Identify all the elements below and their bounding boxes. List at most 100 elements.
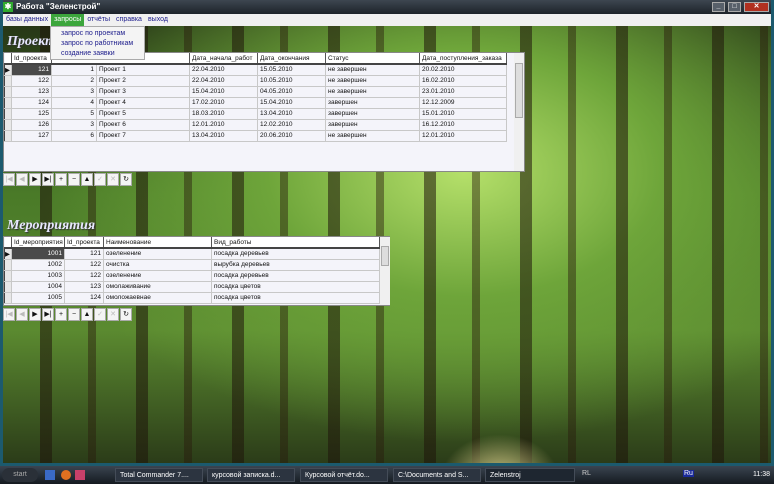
- cell-work-type[interactable]: посадка деревьев: [211, 270, 380, 282]
- cell-number[interactable]: 4: [51, 97, 97, 109]
- taskbar-item-doc2[interactable]: Курсовой отчёт.do...: [300, 468, 388, 482]
- cell-end-date[interactable]: 20.06.2010: [257, 130, 326, 142]
- cell-name[interactable]: озеленение: [103, 270, 212, 282]
- cell-work-type[interactable]: посадка цветов: [211, 281, 380, 293]
- cell-number[interactable]: 3: [51, 86, 97, 98]
- cell-order-date[interactable]: 15.01.2010: [419, 108, 507, 120]
- table-row[interactable]: 123 3 Проект 3 15.04.2010 04.05.2010 не завер…: [4, 86, 507, 98]
- nav-prior-button[interactable]: ◀: [16, 308, 28, 321]
- taskbar-item-doc1[interactable]: курсовой записка.d...: [207, 468, 295, 482]
- menu-item-projects-query[interactable]: запрос по проектам: [61, 29, 144, 39]
- nav-next-button[interactable]: ▶: [29, 308, 41, 321]
- cell-name[interactable]: Проект 1: [96, 64, 190, 76]
- cell-end-date[interactable]: 04.05.2010: [257, 86, 326, 98]
- show-desktop-icon[interactable]: [45, 470, 55, 480]
- nav-cancel-button[interactable]: ✕: [107, 308, 119, 321]
- nav-post-button[interactable]: ✓: [94, 308, 106, 321]
- table-row[interactable]: 1002 122 очистка вырубка деревьев: [4, 259, 380, 271]
- cell-name[interactable]: очистка: [103, 259, 212, 271]
- cell-project-id[interactable]: 125: [11, 108, 52, 120]
- cell-status[interactable]: не завершен: [325, 130, 420, 142]
- table-row[interactable]: 126 3 Проект 6 12.01.2010 12.02.2010 завершен…: [4, 119, 507, 131]
- menu-item-workers-query[interactable]: запрос по работникам: [61, 39, 144, 49]
- row-indicator[interactable]: [4, 108, 12, 120]
- cell-event-id[interactable]: 1004: [11, 281, 65, 293]
- cell-name[interactable]: омоложаевнае: [103, 292, 212, 304]
- nav-edit-button[interactable]: ▲: [81, 173, 93, 186]
- row-indicator[interactable]: [4, 75, 12, 87]
- cell-start-date[interactable]: 18.03.2010: [189, 108, 258, 120]
- cell-project-id[interactable]: 122: [11, 75, 52, 87]
- column-header-project-id[interactable]: Id_проекта: [64, 237, 104, 249]
- table-row[interactable]: 122 2 Проект 2 22.04.2010 10.05.2010 не завер…: [4, 75, 507, 87]
- table-row[interactable]: ▶ 1001 121 озеленение посадка деревьев: [4, 248, 380, 260]
- cell-order-date[interactable]: 12.01.2010: [419, 130, 507, 142]
- cell-project-id[interactable]: 126: [11, 119, 52, 131]
- cell-status[interactable]: завершен: [325, 119, 420, 131]
- language-indicator[interactable]: RL: [582, 470, 591, 477]
- nav-first-button[interactable]: |◀: [3, 308, 15, 321]
- row-indicator[interactable]: ▶: [4, 64, 12, 76]
- row-indicator[interactable]: [4, 130, 12, 142]
- row-indicator[interactable]: [4, 281, 12, 293]
- row-indicator[interactable]: [4, 259, 12, 271]
- row-indicator[interactable]: [4, 119, 12, 131]
- cell-project-id[interactable]: 123: [64, 281, 104, 293]
- cell-start-date[interactable]: 13.04.2010: [189, 130, 258, 142]
- taskbar-item-explorer[interactable]: C:\Documents and S...: [393, 468, 481, 482]
- tray-language[interactable]: Ru: [683, 470, 694, 477]
- column-header-project-id[interactable]: Id_проекта: [11, 53, 52, 65]
- cell-name[interactable]: Проект 6: [96, 119, 190, 131]
- cell-status[interactable]: не завершен: [325, 75, 420, 87]
- column-header-start-date[interactable]: Дата_начала_работ: [189, 53, 258, 65]
- nav-delete-button[interactable]: −: [68, 173, 80, 186]
- cell-project-id[interactable]: 124: [11, 97, 52, 109]
- nav-edit-button[interactable]: ▲: [81, 308, 93, 321]
- cell-number[interactable]: 1: [51, 64, 97, 76]
- row-indicator[interactable]: [4, 292, 12, 304]
- cell-name[interactable]: Проект 7: [96, 130, 190, 142]
- nav-insert-button[interactable]: +: [55, 308, 67, 321]
- cell-status[interactable]: не завершен: [325, 64, 420, 76]
- cell-end-date[interactable]: 12.02.2010: [257, 119, 326, 131]
- projects-scrollbar[interactable]: [514, 53, 524, 171]
- table-row[interactable]: 1005 124 омоложаевнае посадка цветов: [4, 292, 380, 304]
- cell-event-id[interactable]: 1001: [11, 248, 65, 260]
- cell-order-date[interactable]: 12.12.2009: [419, 97, 507, 109]
- cell-order-date[interactable]: 16.02.2010: [419, 75, 507, 87]
- cell-start-date[interactable]: 17.02.2010: [189, 97, 258, 109]
- row-indicator[interactable]: ▶: [4, 248, 12, 260]
- cell-work-type[interactable]: посадка цветов: [211, 292, 380, 304]
- cell-project-id[interactable]: 124: [64, 292, 104, 304]
- cell-end-date[interactable]: 15.05.2010: [257, 64, 326, 76]
- cell-number[interactable]: 5: [51, 108, 97, 120]
- nav-post-button[interactable]: ✓: [94, 173, 106, 186]
- cell-name[interactable]: Проект 2: [96, 75, 190, 87]
- cell-end-date[interactable]: 13.04.2010: [257, 108, 326, 120]
- cell-start-date[interactable]: 15.04.2010: [189, 86, 258, 98]
- taskbar-item-total-commander[interactable]: Total Commander 7....: [115, 468, 203, 482]
- cell-project-id[interactable]: 127: [11, 130, 52, 142]
- scrollbar-thumb[interactable]: [381, 246, 389, 266]
- cell-start-date[interactable]: 22.04.2010: [189, 64, 258, 76]
- row-indicator[interactable]: [4, 270, 12, 282]
- cell-work-type[interactable]: вырубка деревьев: [211, 259, 380, 271]
- menu-databases[interactable]: базы данных: [3, 14, 51, 26]
- save-icon[interactable]: [75, 470, 85, 480]
- column-header-name[interactable]: Наименование: [103, 237, 212, 249]
- cell-event-id[interactable]: 1003: [11, 270, 65, 282]
- cell-name[interactable]: Проект 4: [96, 97, 190, 109]
- row-indicator[interactable]: [4, 97, 12, 109]
- table-row[interactable]: 1003 122 озеленение посадка деревьев: [4, 270, 380, 282]
- table-row[interactable]: 1004 123 омолаживание посадка цветов: [4, 281, 380, 293]
- column-header-status[interactable]: Статус: [325, 53, 420, 65]
- table-row[interactable]: 124 4 Проект 4 17.02.2010 15.04.2010 завершен…: [4, 97, 507, 109]
- menu-exit[interactable]: выход: [145, 14, 171, 26]
- cell-name[interactable]: омолаживание: [103, 281, 212, 293]
- projects-grid[interactable]: Id_проекта Дата_начала_работ Дата_оконча…: [3, 52, 525, 172]
- cell-order-date[interactable]: 20.02.2010: [419, 64, 507, 76]
- cell-status[interactable]: не завершен: [325, 86, 420, 98]
- cell-project-id[interactable]: 122: [64, 259, 104, 271]
- nav-refresh-button[interactable]: ↻: [120, 308, 132, 321]
- nav-cancel-button[interactable]: ✕: [107, 173, 119, 186]
